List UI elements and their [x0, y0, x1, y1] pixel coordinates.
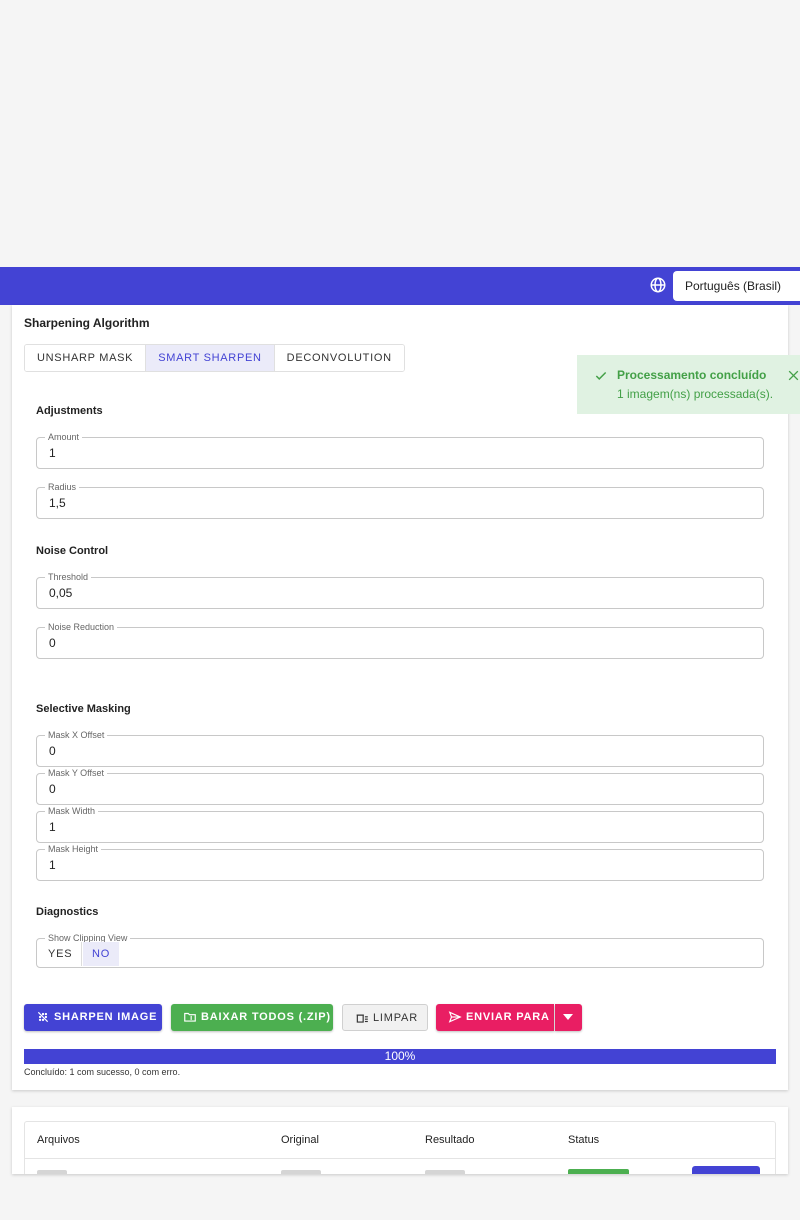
column-header-status: Status — [568, 1134, 600, 1146]
progress-summary: Concluído: 1 com sucesso, 0 com erro. — [24, 1067, 181, 1077]
clipping-no-option[interactable]: NO — [83, 942, 120, 966]
selective-masking-title: Selective Masking — [36, 703, 131, 715]
mask-x-offset-label: Mask X Offset — [45, 729, 108, 741]
globe-icon[interactable] — [649, 276, 667, 294]
results-card: Arquivos Original Resultado Status — [12, 1107, 788, 1174]
language-select[interactable]: Português (Brasil) — [673, 271, 800, 301]
folder-zip-icon — [184, 1012, 196, 1022]
mask-width-field[interactable]: Mask Width 1 — [36, 805, 764, 843]
algorithm-option-unsharp-mask[interactable]: UNSHARP MASK — [25, 345, 147, 371]
chevron-down-icon — [563, 1014, 573, 1020]
threshold-value: 0,05 — [49, 586, 73, 600]
settings-card: Sharpening Algorithm UNSHARP MASK SMART … — [12, 305, 788, 1090]
progress-percent: 100% — [384, 1049, 416, 1063]
mask-y-offset-label: Mask Y Offset — [45, 767, 108, 779]
top-app-bar: Português (Brasil) — [0, 267, 800, 305]
algorithm-option-smart-sharpen[interactable]: SMART SHARPEN — [146, 345, 275, 371]
clipping-view-toggle: Show Clipping View YES NO — [36, 932, 764, 968]
amount-value: 1 — [49, 446, 56, 460]
column-header-original: Original — [281, 1134, 319, 1146]
threshold-label: Threshold — [45, 571, 92, 583]
radius-field[interactable]: Radius 1,5 — [36, 481, 764, 519]
noise-reduction-value: 0 — [49, 636, 56, 650]
file-name-cell — [37, 1170, 67, 1174]
noise-control-title: Noise Control — [36, 545, 109, 557]
send-icon — [448, 1011, 462, 1023]
original-size-cell — [281, 1170, 321, 1174]
mask-height-field[interactable]: Mask Height 1 — [36, 843, 764, 881]
send-to-button[interactable]: ENVIAR PARA — [436, 1004, 554, 1031]
results-table: Arquivos Original Resultado Status — [24, 1121, 776, 1174]
amount-label: Amount — [45, 431, 83, 443]
clear-label: LIMPAR — [373, 1012, 418, 1024]
clear-list-icon — [356, 1014, 368, 1023]
toast-message: 1 imagem(ns) processada(s). — [617, 387, 774, 401]
send-to-dropdown-button[interactable] — [555, 1004, 582, 1031]
mask-y-offset-field[interactable]: Mask Y Offset 0 — [36, 767, 764, 805]
close-icon[interactable] — [787, 369, 800, 382]
mask-width-value: 1 — [49, 820, 56, 834]
mask-width-label: Mask Width — [45, 805, 99, 817]
column-header-files: Arquivos — [37, 1134, 80, 1146]
algorithm-option-deconvolution[interactable]: DECONVOLUTION — [274, 345, 404, 371]
sharpen-image-label: SHARPEN IMAGE — [54, 1011, 158, 1023]
adjustments-title: Adjustments — [36, 405, 103, 417]
sharpen-image-button[interactable]: SHARPEN IMAGE — [24, 1004, 162, 1031]
header-divider — [25, 1158, 775, 1159]
status-badge — [568, 1169, 629, 1174]
progress-bar: 100% — [24, 1049, 776, 1064]
diagnostics-title: Diagnostics — [36, 906, 99, 918]
noise-reduction-field[interactable]: Noise Reduction 0 — [36, 621, 764, 659]
radius-value: 1,5 — [49, 496, 66, 510]
download-zip-button[interactable]: BAIXAR TODOS (.ZIP) — [171, 1004, 333, 1031]
algorithm-title: Sharpening Algorithm — [24, 316, 150, 330]
column-header-result: Resultado — [425, 1134, 475, 1146]
algorithm-toggle-group: UNSHARP MASK SMART SHARPEN DECONVOLUTION — [24, 344, 405, 372]
sharpen-icon — [37, 1011, 49, 1023]
clear-button[interactable]: LIMPAR — [342, 1004, 428, 1031]
check-icon — [595, 371, 607, 380]
amount-field[interactable]: Amount 1 — [36, 431, 764, 469]
mask-x-offset-field[interactable]: Mask X Offset 0 — [36, 729, 764, 767]
send-to-label: ENVIAR PARA — [466, 1011, 550, 1023]
row-action-button[interactable] — [692, 1166, 760, 1174]
mask-y-offset-value: 0 — [49, 782, 56, 796]
mask-height-label: Mask Height — [45, 843, 102, 855]
threshold-field[interactable]: Threshold 0,05 — [36, 571, 764, 609]
toast-title: Processamento concluído — [617, 368, 767, 382]
mask-x-offset-value: 0 — [49, 744, 56, 758]
download-zip-label: BAIXAR TODOS (.ZIP) — [201, 1011, 331, 1023]
noise-reduction-label: Noise Reduction — [45, 621, 118, 633]
radius-label: Radius — [45, 481, 80, 493]
result-size-cell — [425, 1170, 465, 1174]
clipping-yes-option[interactable]: YES — [39, 942, 83, 966]
mask-height-value: 1 — [49, 858, 56, 872]
success-toast: Processamento concluído 1 imagem(ns) pro… — [577, 355, 800, 414]
